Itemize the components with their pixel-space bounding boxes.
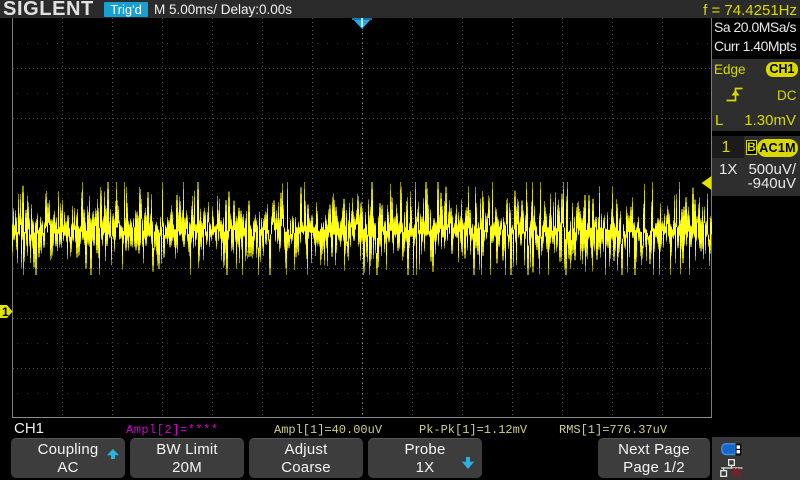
svg-text:1: 1: [2, 305, 9, 319]
